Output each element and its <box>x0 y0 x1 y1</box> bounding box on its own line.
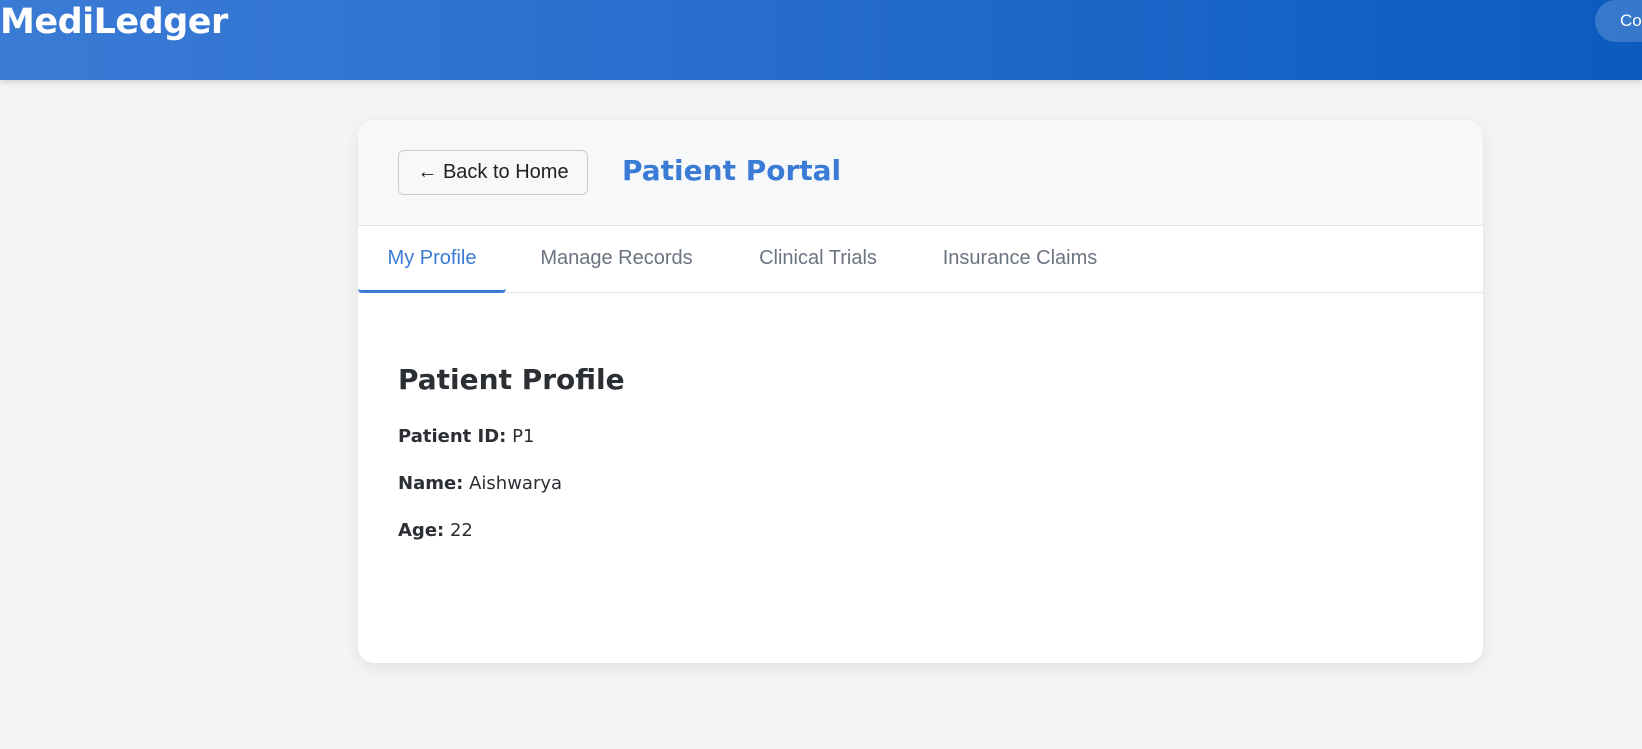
field-value: 22 <box>449 520 473 541</box>
card-header: ← Back to Home Patient Portal <box>358 120 1483 226</box>
name-field: Name: Aishwarya <box>398 473 562 494</box>
tab-bar: My Profile Manage Records Clinical Trial… <box>358 226 1483 293</box>
connect-wallet-button[interactable]: Connect Wallet <box>1595 0 1642 42</box>
field-label: Name: <box>398 473 464 494</box>
field-value: Aishwarya <box>469 473 563 494</box>
field-value: P1 <box>512 426 535 447</box>
back-to-home-button[interactable]: ← Back to Home <box>398 150 588 195</box>
field-label: Age: <box>398 520 445 541</box>
tab-clinical-trials[interactable]: Clinical Trials <box>743 226 893 293</box>
tab-insurance-claims[interactable]: Insurance Claims <box>931 226 1109 293</box>
app-header: MediLedger Connect Wallet <box>0 0 1642 80</box>
field-label: Patient ID: <box>398 426 507 447</box>
patient-portal-card: ← Back to Home Patient Portal My Profile… <box>358 120 1483 663</box>
tab-manage-records[interactable]: Manage Records <box>531 226 702 293</box>
tab-my-profile[interactable]: My Profile <box>358 226 506 293</box>
page-title: Patient Portal <box>622 154 842 187</box>
patient-id-field: Patient ID: P1 <box>398 426 534 447</box>
brand-logo[interactable]: MediLedger <box>0 2 228 42</box>
section-title: Patient Profile <box>398 363 625 396</box>
age-field: Age: 22 <box>398 520 473 541</box>
